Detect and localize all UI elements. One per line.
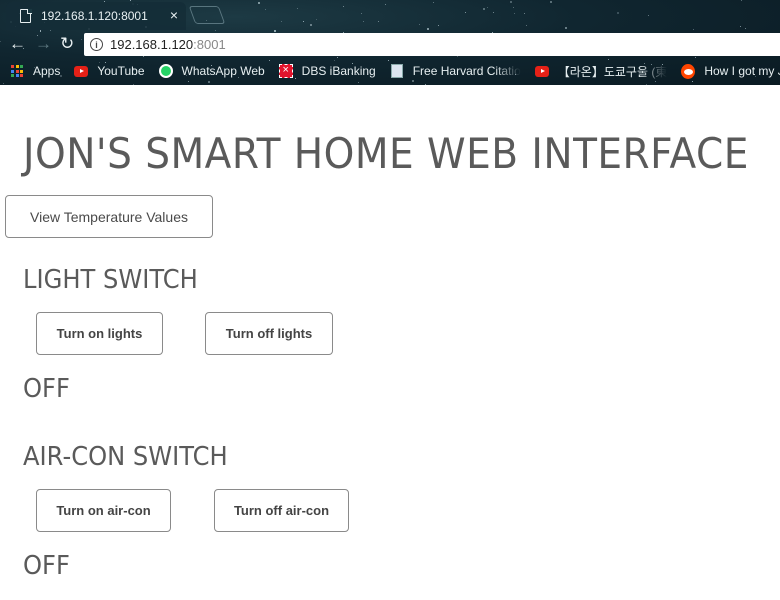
- star-dot: [525, 25, 527, 27]
- star-dot: [565, 27, 568, 30]
- star-dot: [745, 27, 747, 29]
- browser-toolbar: ← → ↻ i 192.168.1.120:8001: [0, 31, 780, 57]
- star-dot: [362, 21, 364, 23]
- light-switch-heading: LIGHT SWITCH: [23, 265, 198, 295]
- info-icon[interactable]: i: [90, 38, 103, 51]
- youtube-icon: [534, 64, 549, 78]
- browser-chrome: 192.168.1.120:8001 × ← → ↻ i 192.168.1.1…: [0, 0, 780, 85]
- star-dot: [694, 57, 696, 59]
- bookmark-whatsapp[interactable]: WhatsApp Web: [158, 64, 265, 78]
- new-tab-button[interactable]: [188, 6, 226, 24]
- star-dot: [512, 6, 514, 8]
- star-dot: [418, 23, 420, 25]
- tab-title: 192.168.1.120:8001: [41, 9, 148, 23]
- star-dot: [343, 6, 345, 8]
- bookmark-label: WhatsApp Web: [181, 64, 265, 78]
- bookmark-reddit[interactable]: How I got my Jinha: [681, 63, 780, 79]
- star-dot: [493, 12, 495, 14]
- star-dot: [315, 18, 317, 20]
- star-dot: [385, 4, 387, 6]
- address-bar[interactable]: i 192.168.1.120:8001: [84, 33, 780, 56]
- star-dot: [524, 13, 526, 15]
- browser-tab[interactable]: 192.168.1.120:8001 ×: [6, 2, 186, 30]
- turn-on-aircon-button[interactable]: Turn on air-con: [36, 489, 171, 532]
- dbs-icon: ×: [278, 64, 293, 78]
- star-dot: [426, 28, 429, 31]
- star-dot: [2, 83, 4, 85]
- bookmark-label: How I got my Jinha: [704, 64, 780, 78]
- reload-icon[interactable]: ↻: [60, 33, 74, 55]
- bookmark-apps[interactable]: Apps: [10, 64, 60, 78]
- star-dot: [647, 15, 649, 17]
- star-dot: [378, 21, 380, 23]
- star-dot: [310, 24, 313, 27]
- star-dot: [432, 2, 434, 4]
- apps-grid-icon: [10, 64, 24, 78]
- star-dot: [337, 56, 339, 58]
- star-dot: [360, 13, 362, 15]
- bookmark-label: 【라온】도쿄구울 (東: [557, 64, 668, 79]
- url-host: 192.168.1.120: [110, 37, 194, 52]
- bookmark-label: Free Harvard Citatio: [412, 64, 521, 78]
- star-dot: [616, 11, 619, 14]
- back-arrow-icon[interactable]: ←: [9, 33, 26, 55]
- view-temperature-button[interactable]: View Temperature Values: [5, 195, 213, 238]
- bookmark-youtube[interactable]: YouTube: [74, 64, 145, 78]
- star-dot: [296, 7, 298, 9]
- turn-off-lights-button[interactable]: Turn off lights: [205, 312, 333, 355]
- forward-arrow-icon[interactable]: →: [35, 33, 52, 55]
- book-icon: [390, 64, 404, 78]
- turn-on-lights-button[interactable]: Turn on lights: [36, 312, 163, 355]
- turn-off-aircon-button[interactable]: Turn off air-con: [214, 489, 349, 532]
- youtube-icon: [74, 64, 89, 78]
- star-dot: [486, 7, 488, 9]
- bookmark-label: YouTube: [97, 64, 145, 78]
- star-dot: [265, 8, 267, 10]
- bookmarks-bar: Apps YouTube WhatsApp Web × DBS iBanking…: [0, 59, 780, 83]
- star-dot: [740, 0, 742, 2]
- page-content: JON'S SMART HOME WEB INTERFACE View Temp…: [0, 85, 780, 600]
- aircon-switch-heading: AIR-CON SWITCH: [23, 442, 228, 472]
- star-dot: [740, 25, 742, 27]
- star-dot: [257, 2, 260, 5]
- bookmark-label: Apps: [33, 64, 61, 78]
- light-status: OFF: [23, 374, 70, 404]
- star-dot: [513, 13, 515, 15]
- star-dot: [281, 21, 283, 23]
- close-icon[interactable]: ×: [170, 7, 178, 23]
- whatsapp-icon: [158, 64, 173, 78]
- url-port: :8001: [193, 37, 226, 52]
- bookmark-harvard-citation[interactable]: Free Harvard Citatio: [390, 64, 521, 78]
- star-dot: [510, 0, 513, 3]
- star-dot: [464, 12, 466, 14]
- bookmark-label: DBS iBanking: [301, 64, 376, 78]
- reddit-icon: [681, 63, 696, 79]
- bookmark-youtube-video[interactable]: 【라온】도쿄구울 (東: [534, 63, 668, 80]
- bookmark-dbs[interactable]: × DBS iBanking: [278, 64, 376, 78]
- star-dot: [437, 25, 439, 27]
- star-dot: [483, 8, 486, 11]
- page-icon: [20, 8, 32, 23]
- star-dot: [549, 1, 552, 4]
- aircon-status: OFF: [23, 551, 70, 581]
- star-dot: [302, 21, 304, 23]
- page-title: JON'S SMART HOME WEB INTERFACE: [23, 129, 749, 178]
